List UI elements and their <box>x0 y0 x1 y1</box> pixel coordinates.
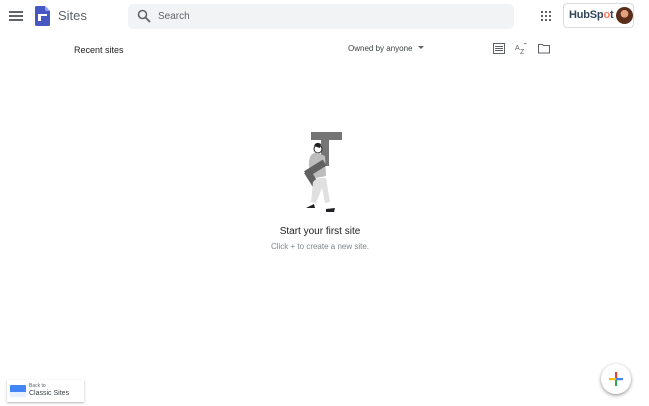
menu-line <box>9 11 23 13</box>
main-menu-button[interactable] <box>9 9 23 23</box>
google-sites-logo[interactable] <box>35 6 50 26</box>
owner-filter-label: Owned by anyone <box>348 44 413 53</box>
sort-az-icon[interactable]: A Z <box>515 43 527 54</box>
menu-line <box>9 19 23 21</box>
empty-state-illustration <box>304 132 342 212</box>
search-bar[interactable] <box>128 4 514 29</box>
classic-sites-thumbnail-icon <box>10 385 26 397</box>
create-site-button[interactable] <box>601 364 631 394</box>
section-title-recent-sites: Recent sites <box>74 45 124 55</box>
hubspot-logo: HubSpot <box>569 9 614 21</box>
empty-state-hint: Click + to create a new site. <box>270 242 370 251</box>
owner-filter-dropdown[interactable]: Owned by anyone <box>348 44 424 53</box>
dropdown-caret-icon <box>417 46 424 49</box>
top-bar: Sites HubSpot <box>0 0 649 32</box>
svg-text:Z: Z <box>520 49 525 54</box>
folder-icon[interactable] <box>538 43 550 54</box>
app-title[interactable]: Sites <box>58 8 87 23</box>
account-button[interactable]: HubSpot <box>563 3 634 28</box>
search-input[interactable] <box>158 4 498 29</box>
back-to-classic-sites-link[interactable]: Back to Classic Sites <box>7 380 84 402</box>
avatar <box>616 7 633 24</box>
google-apps-icon[interactable] <box>541 11 551 21</box>
classic-link-caption: Back to <box>29 383 46 389</box>
plus-icon <box>609 372 623 386</box>
list-view-icon[interactable] <box>493 43 505 54</box>
menu-line <box>9 15 23 17</box>
classic-link-label: Classic Sites <box>29 390 70 397</box>
search-icon[interactable] <box>137 9 151 23</box>
empty-state-title: Start your first site <box>279 226 361 237</box>
